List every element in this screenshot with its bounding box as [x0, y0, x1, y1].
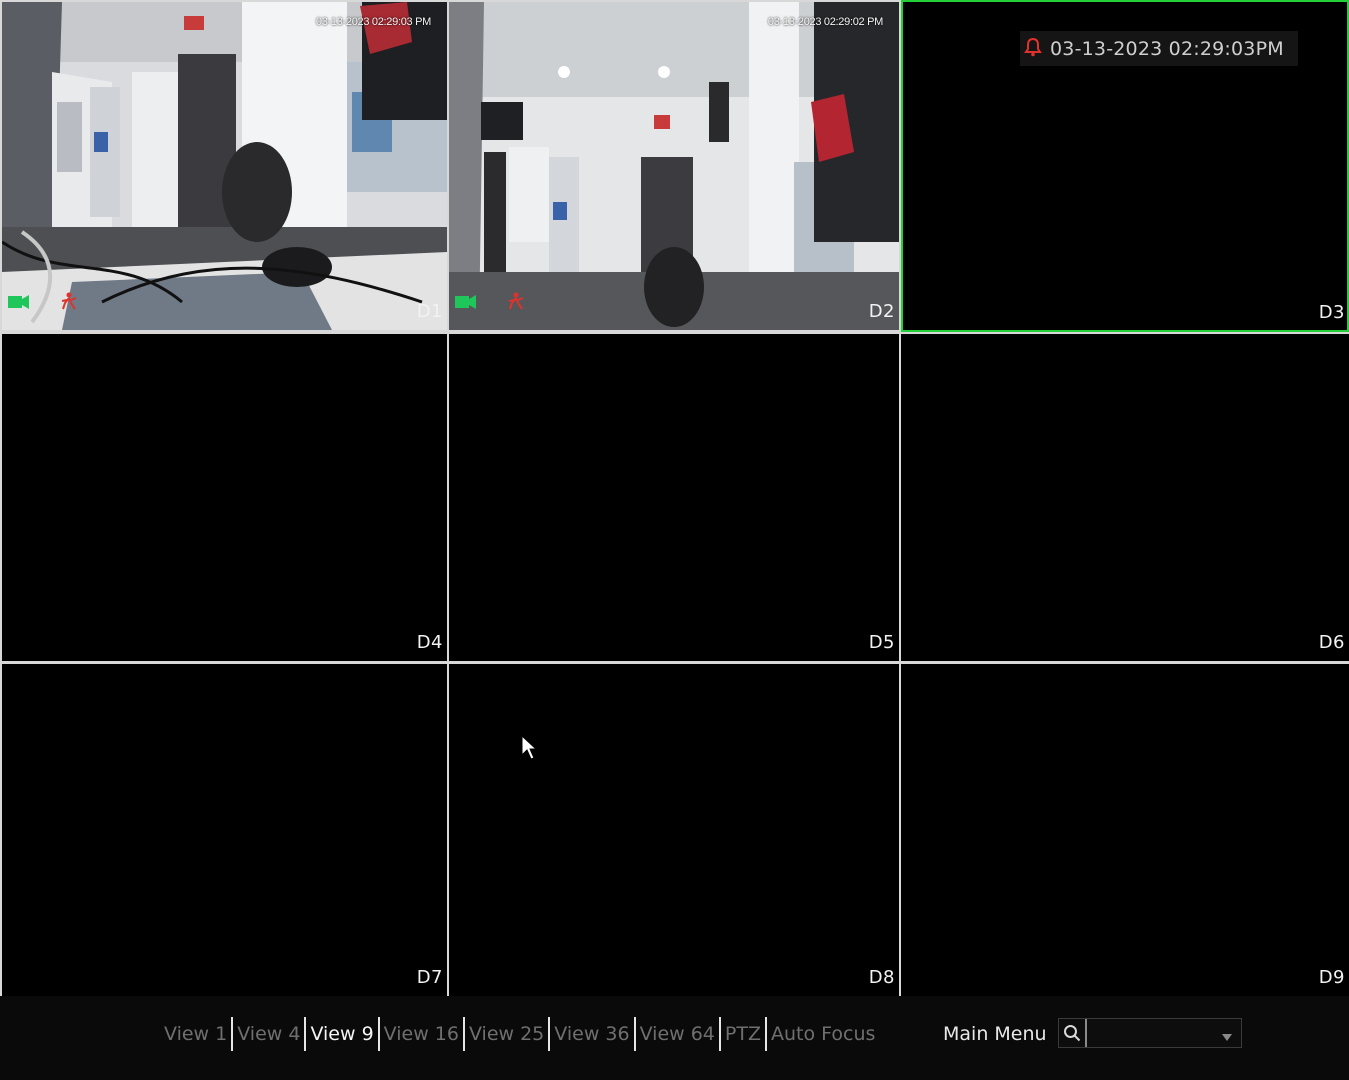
tab-view-36[interactable]: View 36: [550, 1017, 633, 1051]
camera-status-icons: [8, 292, 78, 314]
tab-view-64[interactable]: View 64: [636, 1017, 719, 1051]
camera-cell-d2[interactable]: 03-13-2023 02:29:02 PM D2: [449, 2, 899, 330]
channel-label: D1: [416, 301, 443, 322]
camera-cell-d3[interactable]: 03-13-2023 02:29:03PM D3: [901, 0, 1349, 332]
channel-label: D8: [868, 967, 895, 988]
channel-label: D7: [416, 967, 443, 988]
tab-view-1[interactable]: View 1: [160, 1017, 231, 1051]
tab-view-25[interactable]: View 25: [465, 1017, 548, 1051]
channel-label: D6: [1318, 632, 1345, 653]
camera-record-icon: [455, 294, 477, 313]
camera-cell-d7[interactable]: D7: [2, 664, 447, 996]
channel-label: D4: [416, 632, 443, 653]
channel-label: D5: [868, 632, 895, 653]
camera-timestamp: 03-13-2023 02:29:03 PM: [315, 16, 431, 28]
motion-detect-icon: [507, 292, 525, 314]
camera-cell-d4[interactable]: D4: [2, 334, 447, 661]
camera-feed-image: [2, 2, 447, 330]
tab-auto-focus[interactable]: Auto Focus: [767, 1017, 879, 1051]
camera-cell-d8[interactable]: D8: [449, 664, 899, 996]
camera-record-icon: [8, 294, 30, 313]
motion-detect-icon: [60, 292, 78, 314]
tab-ptz[interactable]: PTZ: [721, 1017, 765, 1051]
camera-status-icons: [455, 292, 525, 314]
camera-cell-d6[interactable]: D6: [901, 334, 1349, 661]
main-menu-button[interactable]: Main Menu: [943, 1017, 1047, 1051]
bell-icon: [1024, 37, 1042, 61]
camera-cell-d5[interactable]: D5: [449, 334, 899, 661]
chevron-down-icon[interactable]: [1222, 1027, 1232, 1046]
tab-view-16[interactable]: View 16: [380, 1017, 463, 1051]
camera-cell-d1[interactable]: 03-13-2023 02:29:03 PM D1: [2, 2, 447, 330]
camera-feed-image: [449, 2, 899, 330]
channel-label: D2: [868, 301, 895, 322]
view-tabs: View 1 View 4 View 9 View 16 View 25 Vie…: [160, 1017, 879, 1051]
tab-view-4[interactable]: View 4: [233, 1017, 304, 1051]
camera-timestamp: 03-13-2023 02:29:02 PM: [767, 16, 883, 28]
nvr-live-view: 03-13-2023 02:29:03 PM D1 03-13-2023 02:…: [0, 0, 1349, 1080]
camera-grid: 03-13-2023 02:29:03 PM D1 03-13-2023 02:…: [0, 0, 1349, 996]
alarm-notification: 03-13-2023 02:29:03PM: [1020, 31, 1298, 66]
search-icon[interactable]: [1059, 1019, 1087, 1047]
bottom-toolbar: View 1 View 4 View 9 View 16 View 25 Vie…: [0, 996, 1349, 1080]
channel-label: D3: [1318, 302, 1345, 323]
tab-view-9[interactable]: View 9: [306, 1017, 377, 1051]
camera-cell-d9[interactable]: D9: [901, 664, 1349, 996]
channel-search-dropdown[interactable]: [1058, 1018, 1242, 1048]
mouse-pointer-icon: [521, 734, 538, 765]
alarm-timestamp: 03-13-2023 02:29:03PM: [1050, 37, 1284, 60]
channel-label: D9: [1318, 967, 1345, 988]
